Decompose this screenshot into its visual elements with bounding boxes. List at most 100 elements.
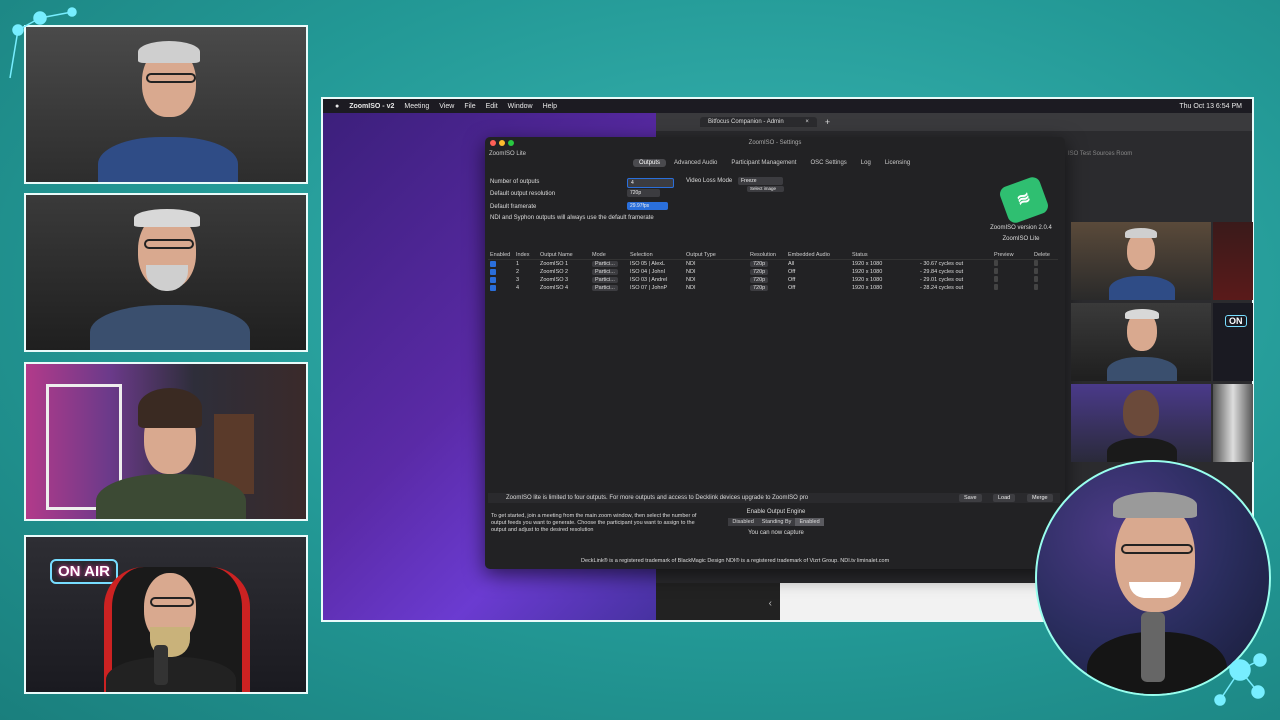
output-engine: Enable Output Engine Disabled Standing B… (721, 509, 831, 536)
new-tab-icon[interactable]: + (825, 117, 830, 127)
video-loss-label: Video Loss Mode (686, 178, 733, 184)
engine-enabled[interactable]: Enabled (795, 518, 824, 526)
tab-licensing[interactable]: Licensing (879, 159, 916, 167)
col-selection: Selection (628, 251, 684, 260)
row-output-name[interactable]: ZoomISO 4 (538, 284, 590, 292)
embedded-audio-select[interactable]: Off (786, 268, 850, 276)
app-menu[interactable]: ZoomISO - v2 (349, 103, 394, 110)
load-button[interactable]: Load (993, 494, 1016, 502)
apple-icon[interactable]: ● (335, 103, 339, 110)
output-type-select[interactable]: NDI (684, 268, 748, 276)
menu-help[interactable]: Help (543, 103, 557, 110)
resolution-select[interactable]: 720p (750, 261, 769, 267)
tab-log[interactable]: Log (855, 159, 877, 167)
app-title: ZoomISO Lite (489, 151, 527, 157)
table-row: 4 ZoomISO 4 Partici... ISO 07 | JohnP ND… (488, 284, 1058, 292)
mode-select[interactable]: Partici... (592, 285, 618, 291)
row-output-name[interactable]: ZoomISO 3 (538, 276, 590, 284)
tab-outputs[interactable]: Outputs (633, 159, 667, 167)
on-sign: ON (1225, 315, 1247, 327)
thumb-participant-1 (1071, 222, 1211, 300)
num-outputs-field[interactable]: 4 (627, 178, 674, 188)
menu-file[interactable]: File (464, 103, 475, 110)
menu-meeting[interactable]: Meeting (404, 103, 429, 110)
default-fps-select[interactable]: 29.97fps (627, 202, 668, 210)
browser-tab[interactable]: Bitfocus Companion - Admin × (700, 117, 817, 127)
close-icon[interactable]: × (805, 119, 809, 125)
row-index: 1 (516, 261, 520, 267)
minimize-window-icon[interactable] (499, 140, 505, 146)
browser-back[interactable]: ‹ (656, 583, 780, 620)
engine-status: You can now capture (748, 530, 804, 536)
embedded-audio-select[interactable]: Off (786, 276, 850, 284)
intro-text: To get started, join a meeting from the … (491, 513, 697, 533)
resolution-select[interactable]: 720p (750, 277, 769, 283)
row-output-name[interactable]: ZoomISO 1 (538, 260, 590, 269)
video-loss-select[interactable]: Freeze (738, 177, 783, 185)
preview-button[interactable] (994, 284, 998, 290)
menubar-clock[interactable]: Thu Oct 13 6:54 PM (1179, 103, 1242, 110)
output-type-select[interactable]: NDI (684, 260, 748, 269)
row-index: 4 (516, 285, 520, 291)
col-resolution: Resolution (748, 251, 786, 260)
resolution-select[interactable]: 720p (750, 269, 769, 275)
enabled-checkbox[interactable] (490, 284, 496, 291)
col-mode: Mode (590, 251, 628, 260)
col-status: Status (850, 251, 918, 260)
table-row: 3 ZoomISO 3 Partici... ISO 03 | AndreI N… (488, 276, 1058, 284)
selection-select[interactable]: ISO 07 | JohnP (628, 284, 684, 292)
menu-view[interactable]: View (439, 103, 454, 110)
col-output-name: Output Name (538, 251, 590, 260)
row-output-name[interactable]: ZoomISO 2 (538, 268, 590, 276)
preview-button[interactable] (994, 268, 998, 274)
tab-advanced-audio[interactable]: Advanced Audio (668, 159, 723, 167)
menu-window[interactable]: Window (508, 103, 533, 110)
mode-select[interactable]: Partici... (592, 261, 618, 267)
default-res-select[interactable]: 720p (627, 189, 660, 197)
delete-button[interactable] (1034, 276, 1038, 282)
enabled-checkbox[interactable] (490, 268, 496, 275)
settings-tabs: Outputs Advanced Audio Participant Manag… (633, 159, 918, 167)
output-type-select[interactable]: NDI (684, 276, 748, 284)
save-button[interactable]: Save (959, 494, 982, 502)
ndi-note: NDI and Syphon outputs will always use t… (490, 215, 654, 221)
delete-button[interactable] (1034, 260, 1038, 266)
tab-osc-settings[interactable]: OSC Settings (804, 159, 852, 167)
output-type-select[interactable]: NDI (684, 284, 748, 292)
default-res-label: Default output resolution (490, 191, 556, 197)
preview-button[interactable] (994, 260, 998, 266)
selection-select[interactable]: ISO 03 | AndreI (628, 276, 684, 284)
merge-button[interactable]: Merge (1027, 494, 1053, 502)
chevron-left-icon[interactable]: ‹ (769, 598, 772, 609)
camera-tile-3 (24, 362, 308, 521)
select-image-button[interactable]: Select image (747, 186, 784, 192)
menu-edit[interactable]: Edit (486, 103, 498, 110)
enabled-checkbox[interactable] (490, 276, 496, 283)
embedded-audio-select[interactable]: Off (786, 284, 850, 292)
engine-disabled[interactable]: Disabled (728, 518, 758, 526)
tab-participant-management[interactable]: Participant Management (725, 159, 802, 167)
enabled-checkbox[interactable] (490, 260, 496, 267)
preview-button[interactable] (994, 276, 998, 282)
table-row: 2 ZoomISO 2 Partici... ISO 04 | JohnI ND… (488, 268, 1058, 276)
on-air-sign: ON AIR (50, 559, 118, 584)
engine-standing-by[interactable]: Standing By (757, 518, 796, 526)
col-index: Index (514, 251, 538, 260)
tab-title: Bitfocus Companion - Admin (708, 119, 784, 125)
browser-tabbar: Bitfocus Companion - Admin × + (656, 113, 1252, 131)
resolution-select[interactable]: 720p (750, 285, 769, 291)
col-delete: Delete (1032, 251, 1058, 260)
embedded-audio-select[interactable]: All (786, 260, 850, 269)
thumb-participant-5 (1071, 384, 1211, 462)
molecule-decoration-icon (1214, 653, 1267, 706)
zoom-window-icon[interactable] (508, 140, 514, 146)
selection-select[interactable]: ISO 05 | AlexL (628, 260, 684, 269)
selection-select[interactable]: ISO 04 | JohnI (628, 268, 684, 276)
row-cycles: - 28.24 cycles out (920, 285, 964, 291)
delete-button[interactable] (1034, 268, 1038, 274)
mode-select[interactable]: Partici... (592, 269, 618, 275)
close-window-icon[interactable] (490, 140, 496, 146)
delete-button[interactable] (1034, 284, 1038, 290)
settings-window: ZoomISO - Settings ZoomISO Lite Outputs … (485, 137, 1065, 569)
mode-select[interactable]: Partici... (592, 277, 618, 283)
